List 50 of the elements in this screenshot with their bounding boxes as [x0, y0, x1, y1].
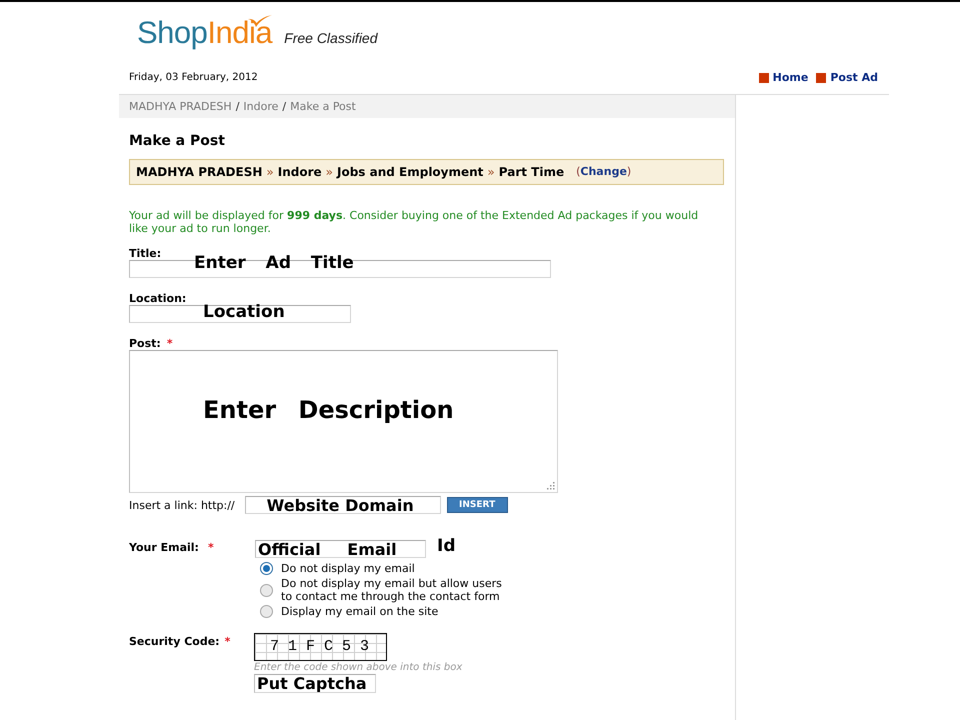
- textarea-field[interactable]: [129, 350, 558, 493]
- breadcrumb-link[interactable]: MADHYA PRADESH: [129, 100, 232, 113]
- captcha-code: 7 1 F C 5 3: [270, 638, 370, 656]
- path-separator: »: [487, 165, 495, 179]
- radio-label: Do not display my email but allow users to contact me through the contact form: [281, 577, 503, 603]
- annotation-text: Id: [437, 536, 456, 556]
- link-input-field[interactable]: Website Domain: [244, 496, 441, 514]
- radio-label: Display my email on the site: [281, 605, 440, 618]
- nav-link[interactable]: Home: [758, 71, 808, 84]
- notice-text: Your ad will be displayed for 999 days. Consider buying one of the Extended Ad packages if you would like your ad to run longer.: [129, 209, 700, 235]
- category-path-item: Part Time: [498, 165, 564, 179]
- field-label: Title:: [129, 247, 162, 260]
- email-input-field[interactable]: Official Email: [255, 540, 426, 558]
- tagline: Free Classified: [284, 29, 378, 48]
- required-asterisk: *: [166, 337, 173, 350]
- square-bullet-icon: [758, 72, 769, 82]
- resize-grip-icon[interactable]: [547, 482, 555, 490]
- date-text: Friday, 03 February, 2012: [129, 72, 258, 84]
- breadcrumb-separator: /: [282, 100, 286, 113]
- radio-label: Do not display my email: [281, 562, 416, 575]
- annotation-text: Enter Ad Title: [194, 253, 354, 274]
- annotation-text: Enter Description: [203, 396, 454, 425]
- captcha-input-field[interactable]: Put Captcha: [254, 674, 376, 693]
- path-separator: »: [266, 165, 274, 179]
- annotation-text: Location: [203, 302, 285, 322]
- page-title: Make a Post: [129, 133, 226, 150]
- field-label: Post:: [129, 337, 161, 350]
- field-label: Your Email:: [129, 541, 199, 556]
- radio-button[interactable]: [260, 584, 273, 596]
- radio-button[interactable]: [260, 605, 273, 618]
- text-input-field[interactable]: [129, 305, 351, 323]
- category-path-item: Indore: [278, 165, 322, 179]
- captcha-hint: Enter the code shown above into this box: [254, 662, 462, 674]
- breadcrumb-link[interactable]: Indore: [243, 100, 278, 113]
- radio-button[interactable]: [260, 562, 273, 575]
- insert-link-label: Insert a link: http://: [129, 498, 235, 512]
- field-label: Security Code:: [129, 635, 220, 650]
- nav-link[interactable]: Post Ad: [816, 71, 878, 84]
- breadcrumb-separator: /: [236, 100, 240, 113]
- required-asterisk: *: [208, 541, 214, 556]
- insert-button[interactable]: INSERT: [446, 497, 508, 513]
- change-link[interactable]: (Change): [576, 165, 632, 179]
- field-label: Location:: [129, 292, 186, 305]
- logo-text[interactable]: ShopIndia: [137, 15, 272, 51]
- path-separator: »: [326, 165, 333, 179]
- breadcrumb-link[interactable]: Make a Post: [290, 100, 356, 113]
- required-asterisk: *: [224, 635, 230, 650]
- category-path-item: MADHYA PRADESH: [136, 165, 262, 179]
- category-path-item: Jobs and Employment: [337, 165, 484, 179]
- square-bullet-icon: [816, 72, 826, 82]
